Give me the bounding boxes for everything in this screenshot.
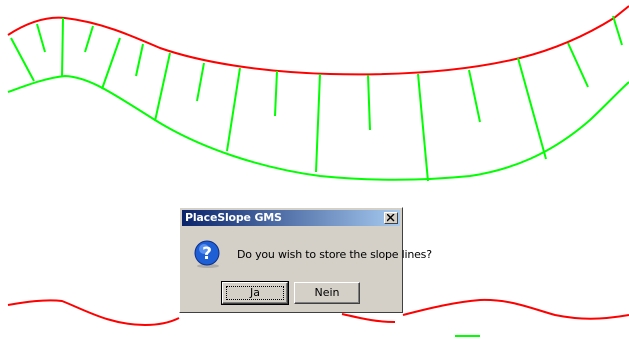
slope-line bbox=[196, 62, 205, 102]
slope-line bbox=[36, 23, 46, 53]
lower-edge bbox=[402, 298, 629, 320]
slope-line bbox=[84, 25, 94, 53]
close-button[interactable] bbox=[384, 212, 398, 224]
slope-line bbox=[417, 73, 429, 182]
lower-edge bbox=[7, 299, 180, 327]
slope-line bbox=[101, 37, 121, 90]
slope-line bbox=[367, 74, 371, 131]
dialog-title: PlaceSlope GMS bbox=[185, 211, 282, 224]
question-icon: ? bbox=[194, 240, 220, 268]
yes-button[interactable]: Ja bbox=[221, 281, 289, 305]
close-icon bbox=[387, 214, 395, 222]
slope-line bbox=[135, 43, 144, 77]
slope-line bbox=[517, 57, 547, 160]
no-button-label: Nein bbox=[314, 286, 340, 299]
focus-rect bbox=[226, 286, 284, 300]
slope-line bbox=[567, 42, 589, 88]
no-button[interactable]: Nein bbox=[294, 282, 360, 304]
lower-edge bbox=[341, 313, 396, 323]
slope-line bbox=[274, 70, 278, 117]
slope-top-edge bbox=[7, 5, 629, 76]
slope-line bbox=[10, 37, 35, 82]
slope-line bbox=[612, 15, 623, 46]
svg-text:?: ? bbox=[202, 244, 212, 264]
slope-line bbox=[315, 73, 321, 173]
slope-line bbox=[468, 69, 481, 123]
confirm-dialog: PlaceSlope GMS ? Do you wish to store th… bbox=[179, 207, 432, 313]
slope-line bbox=[226, 67, 241, 152]
dialog-message: Do you wish to store the slope lines? bbox=[237, 248, 432, 261]
slope-line bbox=[61, 17, 64, 78]
slope-line bbox=[154, 52, 171, 122]
dialog-titlebar[interactable]: PlaceSlope GMS bbox=[182, 210, 400, 226]
slope-lines bbox=[10, 15, 623, 182]
